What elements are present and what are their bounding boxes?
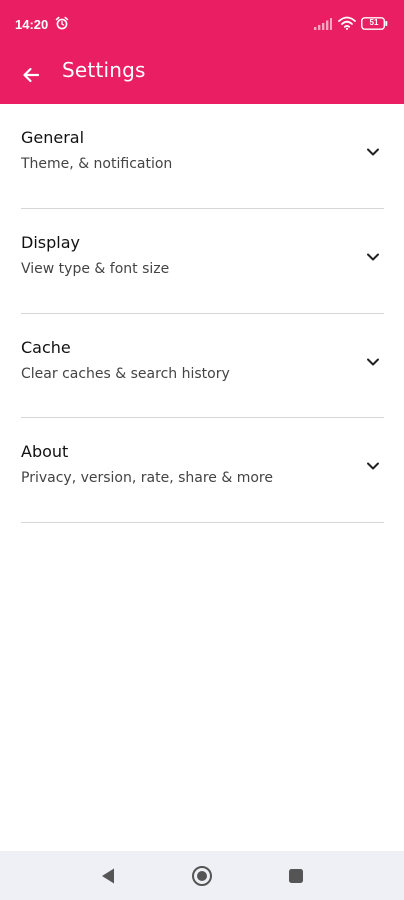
system-nav-bar (0, 851, 404, 900)
nav-recents-icon[interactable] (288, 868, 304, 884)
settings-list: General Theme, & notification Display Vi… (0, 104, 404, 523)
item-subtitle: Theme, & notification (21, 156, 173, 172)
item-title: Cache (21, 337, 71, 357)
battery-level: 51 (369, 18, 379, 27)
alarm-icon (55, 16, 69, 30)
status-bar: 14:20 51 (0, 0, 404, 48)
settings-item-display[interactable]: Display View type & font size (0, 209, 404, 314)
wifi-icon (338, 16, 356, 30)
divider (21, 522, 384, 523)
item-subtitle: Clear caches & search history (21, 365, 230, 382)
app-bar: Settings (0, 48, 404, 104)
item-title: Display (21, 232, 80, 252)
item-subtitle: Privacy, version, rate, share & more (21, 470, 273, 487)
chevron-down-icon[interactable] (365, 458, 381, 474)
nav-back-icon[interactable] (98, 866, 118, 886)
arrow-left-icon (23, 67, 40, 83)
page-title: Settings (62, 58, 146, 82)
item-title: About (21, 442, 69, 462)
nav-home-icon[interactable] (191, 865, 213, 887)
status-time: 14:20 (15, 17, 49, 32)
chevron-down-icon[interactable] (365, 249, 381, 265)
back-button[interactable] (14, 58, 48, 92)
signal-icon (314, 18, 332, 30)
settings-item-general[interactable]: General Theme, & notification (0, 104, 404, 209)
settings-item-cache[interactable]: Cache Clear caches & search history (0, 314, 404, 419)
chevron-down-icon[interactable] (365, 144, 381, 160)
chevron-down-icon[interactable] (365, 354, 381, 370)
item-subtitle: View type & font size (21, 260, 170, 277)
item-title: General (21, 128, 85, 147)
settings-item-about[interactable]: About Privacy, version, rate, share & mo… (0, 418, 404, 523)
